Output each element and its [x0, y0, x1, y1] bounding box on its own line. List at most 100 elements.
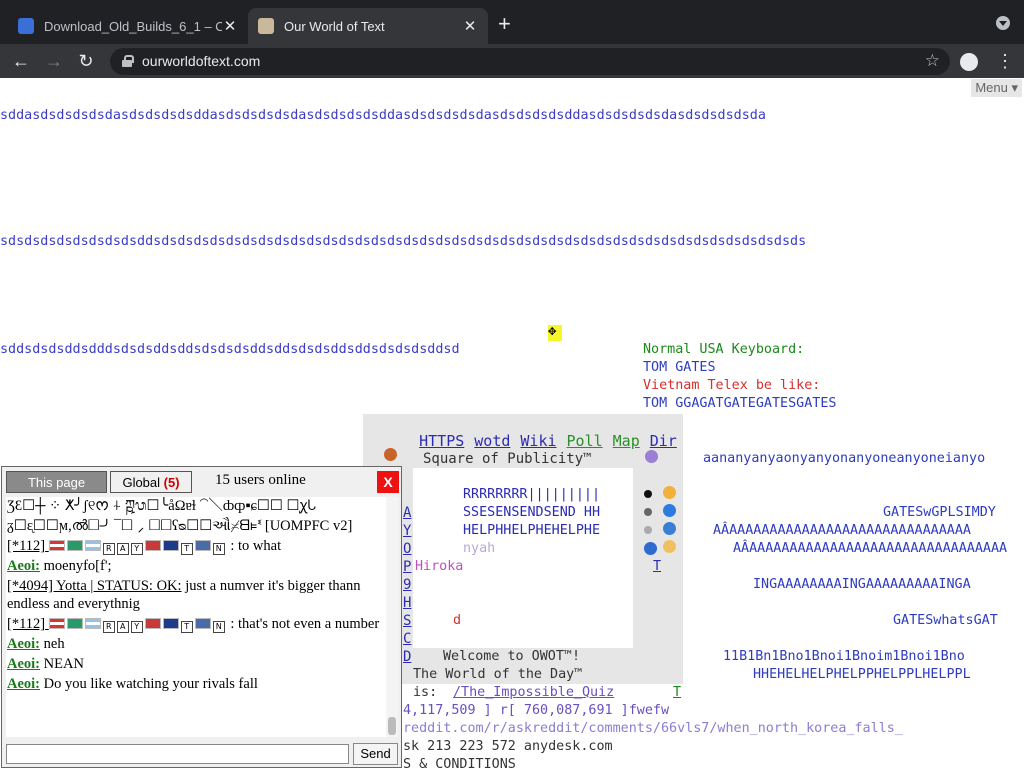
flag-icon — [144, 618, 161, 629]
link-poll[interactable]: Poll — [567, 432, 603, 450]
link-https[interactable]: HTTPS — [419, 432, 464, 450]
tab-global-label: Global — [122, 475, 161, 490]
browser-tab-download[interactable]: Download_Old_Builds_6_1 – Or ✕ — [8, 8, 248, 44]
wotd-link[interactable]: /The_Impossible_Quiz — [453, 684, 614, 702]
reload-icon[interactable]: ↻ — [75, 50, 97, 72]
address-bar[interactable]: ourworldoftext.com ☆ — [110, 48, 950, 75]
t-link[interactable]: T — [653, 558, 661, 576]
chat-message: [*112] RAY T N : to what — [7, 537, 386, 555]
new-tab-button[interactable]: + — [498, 13, 511, 35]
text-line: aananyanyaonyanyonanyoneanyoneianyo — [703, 451, 986, 466]
message-text: neh — [43, 636, 65, 652]
letter-flag-icon: T — [180, 621, 193, 633]
chat-message: Aeoi: neh — [7, 635, 386, 653]
dot-icon — [644, 508, 652, 516]
flag-icon — [48, 540, 65, 551]
browser-toolbar: ← → ↻ ourworldoftext.com ☆ ⋮ — [0, 44, 1024, 78]
side-link[interactable]: Y — [403, 522, 437, 540]
link-dir[interactable]: Dir — [650, 432, 677, 450]
block-line: RRRRRRRR||||||||| — [463, 487, 601, 502]
side-link[interactable]: A — [403, 504, 437, 522]
forward-arrow-icon[interactable]: → — [43, 50, 65, 72]
flag-icon — [84, 540, 101, 551]
side-link[interactable]: H — [403, 594, 437, 612]
tab-title: Our World of Text — [284, 18, 385, 34]
chat-close-button[interactable]: X — [377, 471, 399, 493]
side-link[interactable]: C — [403, 630, 437, 648]
link-wotd[interactable]: wotd — [474, 432, 510, 450]
user-nick[interactable]: Aeoi: — [7, 656, 40, 672]
url-text[interactable]: ourworldoftext.com — [142, 53, 260, 69]
browser-tab-bar: Download_Old_Builds_6_1 – Or ✕ Our World… — [0, 0, 1024, 44]
anydesk-text: sk 213 223 572 anydesk.com — [403, 739, 613, 754]
chat-message: ᵹ☐ᶓ☐☐ϻ,ൽ☐╯¯☐ ⸝ ☐☐ʕᴓ☐☐ઔ≭ᗺ⊧ᓫ [UOMPFC v2] — [7, 517, 386, 535]
user-nick[interactable]: [*112] RAY T N — [7, 538, 227, 555]
user-nick[interactable]: Aeoi: — [7, 558, 40, 574]
d-text: d — [453, 613, 462, 628]
chat-log[interactable]: ƷƐ☐┼ ⁘ ⵅ╯ʃ୧ᰔ ⍭ ཀྵᬯ☐╰åΩɐɫ ⁀＼ȸȹ▪ɕ☐☐ ☐ꭕᘂ ᵹ☐… — [6, 497, 386, 737]
wotd-is: is: — [413, 685, 438, 700]
text-line: INGAAAAAAAAINGAAAAAAAAAINGA — [753, 577, 971, 592]
welcome-text: Welcome to OWOT™! — [443, 649, 581, 664]
reddit-text: reddit.com/r/askreddit/comments/66vls7/w… — [403, 721, 903, 736]
user-nick[interactable]: [*112] RAY T N — [7, 616, 227, 633]
letter-flag-icon: A — [116, 543, 129, 555]
meat-emoji-icon — [384, 448, 397, 461]
text-line: HHEHELHELPHELPPHELPPLHELPPL — [753, 667, 971, 682]
letter-flag-icon: N — [212, 543, 225, 555]
letter-flag-icon: N — [212, 621, 225, 633]
nick-id: [*112] — [7, 538, 46, 554]
chat-message-input[interactable] — [6, 744, 349, 764]
text-line: 11B1Bn1Bno1Bnoi1Bnoim1Bnoi1Bno — [723, 649, 965, 664]
message-text: ᵹ☐ᶓ☐☐ϻ,ൽ☐╯¯☐ ⸝ ☐☐ʕᴓ☐☐ઔ≭ᗺ⊧ᓫ [UOMPFC v2] — [7, 518, 353, 534]
flag-icon — [48, 618, 65, 629]
chat-message: Aeoi: NEAN — [7, 655, 386, 673]
menu-button[interactable]: Menu ▾ — [971, 79, 1022, 97]
side-link[interactable]: 9 — [403, 576, 437, 594]
tab-search-icon[interactable] — [996, 16, 1010, 30]
text-row: sdsdsdsdsdsdsdsdsddsdsdsdsdsdsdsdsdsdsds… — [0, 234, 807, 249]
diamond-emoji-icon — [663, 504, 676, 517]
user-nick[interactable]: Aeoi: — [7, 636, 40, 652]
side-link[interactable]: D — [403, 648, 437, 666]
side-link[interactable]: O — [403, 540, 437, 558]
t-link[interactable]: T — [673, 684, 681, 702]
tab-global[interactable]: Global (5) — [110, 471, 192, 493]
profile-avatar-icon[interactable] — [960, 53, 978, 71]
browser-tab-owot[interactable]: Our World of Text ✕ — [248, 8, 488, 44]
global-count-badge: (5) — [163, 475, 180, 490]
user-nick[interactable]: Aeoi: — [7, 676, 40, 692]
bookmark-star-icon[interactable]: ☆ — [925, 51, 940, 71]
message-text: : to what — [230, 538, 282, 554]
flag-icon — [84, 618, 101, 629]
dot-icon — [644, 526, 652, 534]
letter-flag-icon: T — [180, 543, 193, 555]
sun-emoji-icon — [663, 486, 676, 499]
link-wiki[interactable]: Wiki — [520, 432, 556, 450]
flag-icon — [194, 618, 211, 629]
globe-emoji-icon — [644, 542, 657, 555]
chat-scrollbar[interactable] — [386, 497, 398, 737]
text-row: sddsdsdsddsdddsdsdsddsddsdsdsdsddsddsdsd… — [0, 342, 460, 357]
square-title: Square of Publicity™ — [423, 451, 592, 467]
scrollbar-thumb[interactable] — [388, 717, 396, 735]
text-row: sddasdsdsdsdsdasdsdsdsdsddasdsdsdsdsdasd… — [0, 108, 766, 123]
owot-favicon-icon — [258, 18, 274, 34]
back-arrow-icon[interactable]: ← — [10, 50, 32, 72]
letter-flag-icon: A — [116, 621, 129, 633]
flag-icon — [144, 540, 161, 551]
block-line: nyah — [463, 541, 496, 556]
flag-icon — [162, 618, 179, 629]
hiroka-text: Hiroka — [415, 559, 464, 574]
close-tab-icon[interactable]: ✕ — [222, 17, 238, 35]
text-line: AÂAAAAAAAAAAAAAAAAAAAAAAAAAAAAAAAA — [733, 541, 1008, 556]
users-online: 15 users online — [215, 472, 306, 488]
send-button[interactable]: Send — [353, 743, 398, 765]
user-nick[interactable]: [*4094] Yotta | STATUS: OK: — [7, 578, 182, 594]
browser-menu-icon[interactable]: ⋮ — [996, 50, 1014, 72]
link-map[interactable]: Map — [613, 432, 640, 450]
side-link[interactable]: S — [403, 612, 437, 630]
close-tab-icon[interactable]: ✕ — [462, 17, 478, 35]
tab-this-page[interactable]: This page — [6, 471, 107, 493]
flag-icon — [194, 540, 211, 551]
